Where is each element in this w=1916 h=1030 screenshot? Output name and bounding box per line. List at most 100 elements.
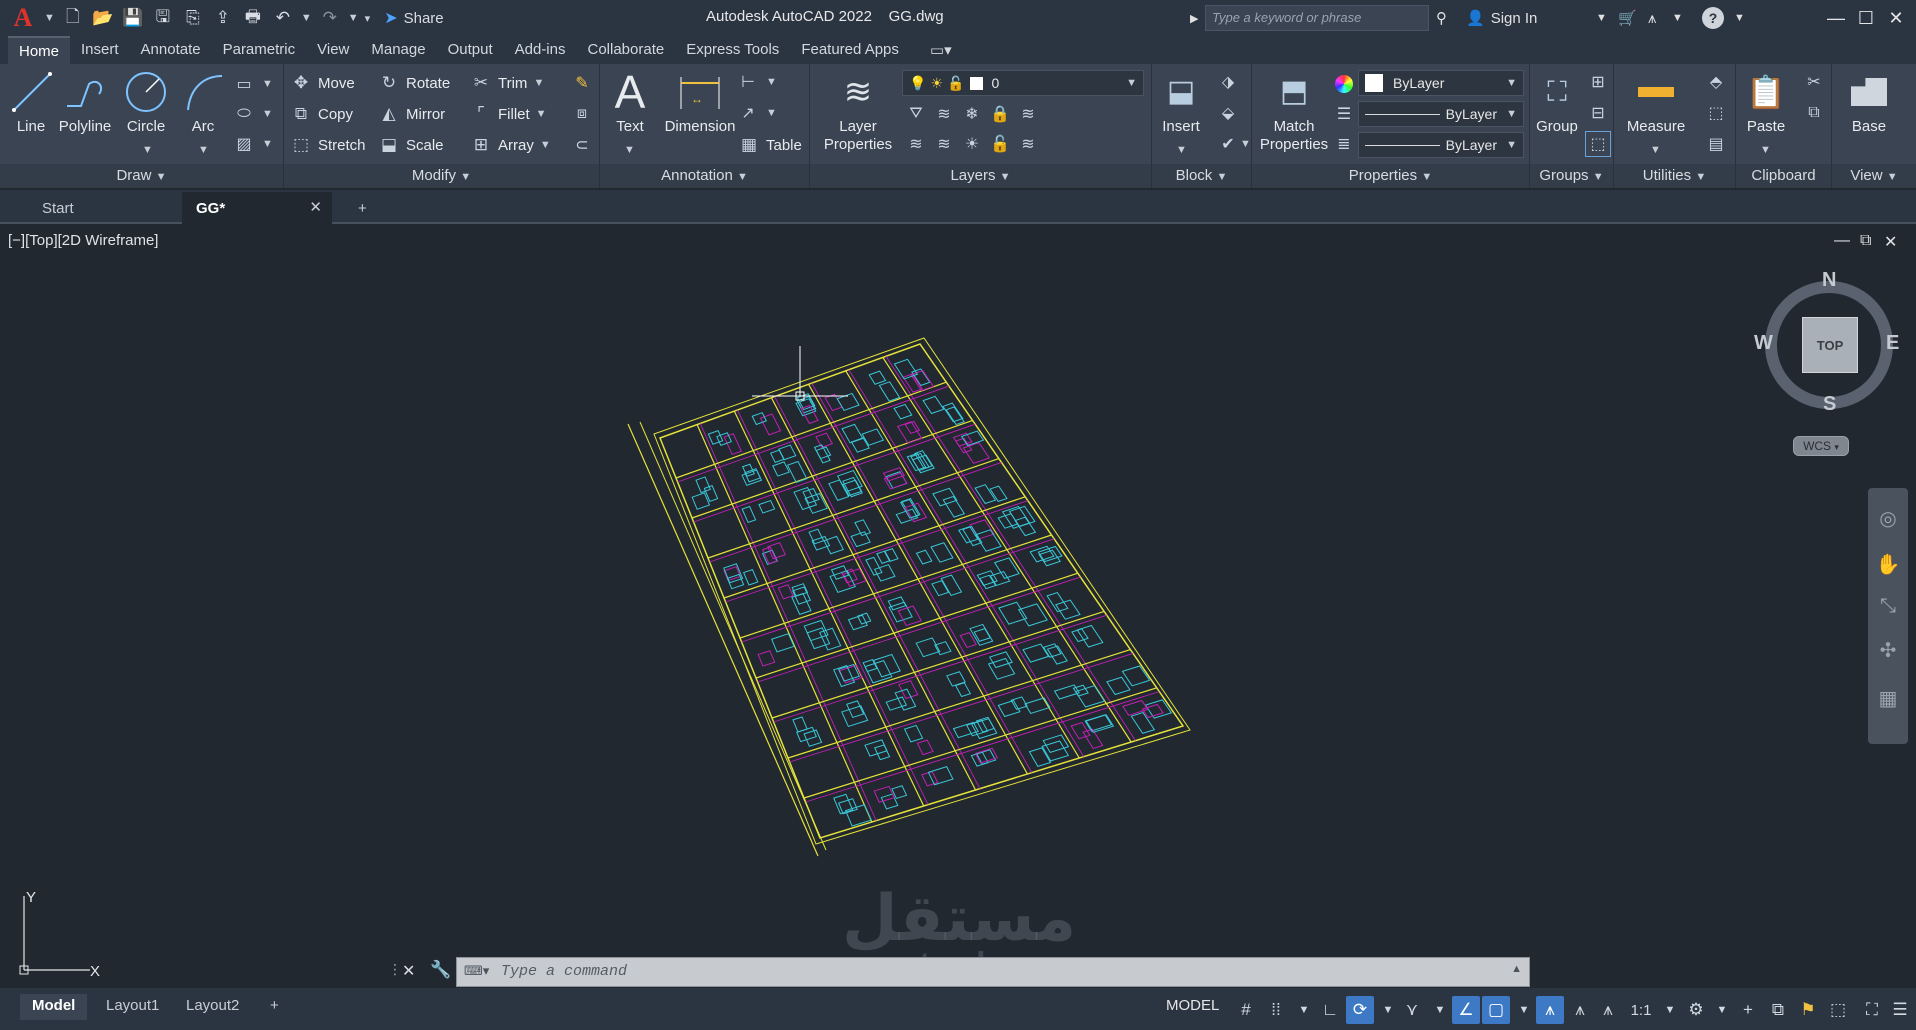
close-icon[interactable]: ✕ (1882, 4, 1910, 32)
circle-dropdown-icon[interactable]: ▼ (142, 144, 153, 156)
polyline-button[interactable]: Polyline (56, 68, 114, 136)
cut-icon[interactable]: ✂ (1802, 70, 1826, 94)
app-store-dropdown-icon[interactable]: ▼ (1672, 0, 1683, 36)
zoom-extents-icon[interactable]: ⤡ (1874, 592, 1902, 620)
make-current-icon[interactable]: ≋ (904, 132, 928, 156)
array-dropdown-icon[interactable]: ▼ (540, 139, 551, 151)
wcs-menu[interactable]: WCS ▾ (1793, 436, 1849, 456)
copy-clip-icon[interactable]: ⧉ (1802, 101, 1826, 125)
stretch-button[interactable]: ⬚ Stretch (290, 132, 366, 158)
create-block-icon[interactable]: ⬗ (1216, 70, 1240, 94)
new-tab-plus-icon[interactable]: + (344, 192, 381, 224)
annotation-scale-value[interactable]: 1:1 (1624, 996, 1658, 1024)
select-all-icon[interactable]: ⬚ (1704, 101, 1728, 125)
linear-dimension-dropdown-icon[interactable]: ▼ (766, 76, 777, 88)
tab-home[interactable]: Home (8, 36, 71, 64)
insert-dropdown-icon[interactable]: ▼ (1176, 144, 1187, 156)
layer-unisolate-icon[interactable]: ≋ (932, 132, 956, 156)
save-web-icon[interactable]: ⇪ (211, 6, 235, 30)
help-icon[interactable]: ? (1702, 0, 1724, 36)
layer-isolate-icon[interactable]: ≋ (932, 102, 956, 126)
color-dropdown[interactable]: ByLayer ▼ (1358, 70, 1524, 96)
minimize-icon[interactable]: — (1822, 4, 1850, 32)
fillet-button[interactable]: ⌜ Fillet ▼ (470, 101, 547, 127)
tab-collaborate[interactable]: Collaborate (576, 36, 675, 64)
match-properties-button[interactable]: ⬒ Match Properties (1254, 68, 1334, 154)
plus-icon[interactable]: + (1734, 996, 1762, 1024)
copy-button[interactable]: ⧉ Copy (290, 101, 353, 127)
shopping-cart-icon[interactable]: 🛒 (1618, 0, 1637, 36)
layer-properties-button[interactable]: ≋ Layer Properties (818, 68, 898, 154)
calculator-icon[interactable]: ▤ (1704, 132, 1728, 156)
command-customize-wrench-icon[interactable]: 🔧 (430, 960, 451, 980)
tab-manage[interactable]: Manage (360, 36, 436, 64)
isolate-objects-icon[interactable]: ⬚ (1824, 996, 1852, 1024)
tab-gg-drawing[interactable]: GG* ✕ (182, 192, 332, 224)
viewcube-top-face[interactable]: TOP (1802, 317, 1858, 373)
compass-south[interactable]: S (1823, 393, 1836, 416)
quick-properties-icon[interactable]: ⚑ (1794, 996, 1822, 1024)
steering-wheel-icon[interactable]: ◎ (1874, 504, 1902, 532)
text-button[interactable]: A Text (606, 68, 654, 136)
plot-icon[interactable]: 🖶 (241, 6, 265, 30)
new-file-icon[interactable]: 🗋 (61, 6, 85, 30)
sign-in-button[interactable]: 👤 Sign In (1466, 0, 1537, 36)
linear-dimension-icon[interactable]: ⊢ (736, 70, 760, 94)
tab-insert[interactable]: Insert (70, 36, 130, 64)
ungroup-icon[interactable]: ⊞ (1586, 70, 1610, 94)
snap-icon[interactable]: ⁞⁞ (1262, 996, 1290, 1024)
dimension-button[interactable]: ↔ Dimension (658, 68, 742, 136)
annotation-scale-icon[interactable]: ⩚ (1594, 996, 1622, 1024)
explode-icon[interactable]: ⧈ (570, 102, 594, 126)
tab-model[interactable]: Model (20, 994, 88, 1020)
draw-panel-title[interactable]: Draw ▼ (0, 164, 283, 188)
paste-dropdown-icon[interactable]: ▼ (1760, 144, 1771, 156)
edit-block-icon[interactable]: ⬙ (1216, 101, 1240, 125)
tab-add-ins[interactable]: Add-ins (504, 36, 577, 64)
pan-hand-icon[interactable]: ✋ (1874, 550, 1902, 578)
help-search-input[interactable]: Type a keyword or phrase (1205, 5, 1429, 31)
erase-icon[interactable]: ✎ (570, 71, 594, 95)
object-snap-dropdown-icon[interactable]: ▼ (1510, 996, 1538, 1024)
help-dropdown-icon[interactable]: ▼ (1734, 0, 1745, 36)
command-history-icon[interactable]: ▲ (1511, 963, 1522, 975)
undo-icon[interactable]: ↶ (271, 6, 295, 30)
auto-scale-icon[interactable]: ⩚ (1566, 996, 1594, 1024)
tab-output[interactable]: Output (437, 36, 504, 64)
offset-icon[interactable]: ⊂ (570, 133, 594, 157)
tab-parametric[interactable]: Parametric (212, 36, 307, 64)
annotation-visibility-icon[interactable]: ⩚ (1536, 996, 1564, 1024)
leader-dropdown-icon[interactable]: ▼ (766, 107, 777, 119)
workspace-gear-icon[interactable]: ⚙ (1682, 996, 1710, 1024)
share-button[interactable]: ➤ Share (384, 8, 443, 28)
tab-layout1[interactable]: Layout1 (94, 994, 171, 1020)
circle-button[interactable]: Circle (120, 68, 172, 136)
properties-panel-title[interactable]: Properties ▼ (1252, 164, 1529, 188)
line-button[interactable]: Line (8, 68, 54, 136)
measure-dropdown-icon[interactable]: ▼ (1650, 144, 1661, 156)
mirror-button[interactable]: ◭ Mirror (378, 101, 445, 127)
hatch-icon[interactable]: ▨ (232, 132, 256, 156)
tab-view[interactable]: View (306, 36, 360, 64)
open-file-icon[interactable]: 📂 (91, 6, 115, 30)
text-dropdown-icon[interactable]: ▼ (624, 144, 635, 156)
linetype-dropdown[interactable]: ByLayer ▼ (1358, 101, 1524, 127)
close-tab-icon[interactable]: ✕ (309, 198, 322, 216)
tab-layout2[interactable]: Layout2 (174, 994, 251, 1020)
table-button[interactable]: ▦ Table (738, 132, 802, 158)
rotate-button[interactable]: ↻ Rotate (378, 70, 450, 96)
leader-icon[interactable]: ↗ (736, 101, 760, 125)
maximize-icon[interactable]: ☐ (1852, 4, 1880, 32)
model-space-button[interactable]: MODEL (1166, 997, 1219, 1014)
hatch-dropdown-icon[interactable]: ▼ (262, 138, 273, 150)
tab-express-tools[interactable]: Express Tools (675, 36, 790, 64)
command-input[interactable]: Type a command (456, 957, 1530, 987)
isometric-icon[interactable]: ⋎ (1398, 996, 1426, 1024)
insert-block-button[interactable]: ⬓ Insert (1156, 68, 1206, 136)
open-web-icon[interactable]: ⎘ (181, 6, 205, 30)
layer-lock-icon[interactable]: 🔒 (988, 102, 1012, 126)
customize-toolbar-icon[interactable]: ▾ (365, 12, 371, 25)
layer-off-icon[interactable]: ⛛ (904, 102, 928, 126)
rectangle-dropdown-icon[interactable]: ▼ (262, 78, 273, 90)
site-plan-drawing[interactable]: Y X (0, 226, 1916, 980)
